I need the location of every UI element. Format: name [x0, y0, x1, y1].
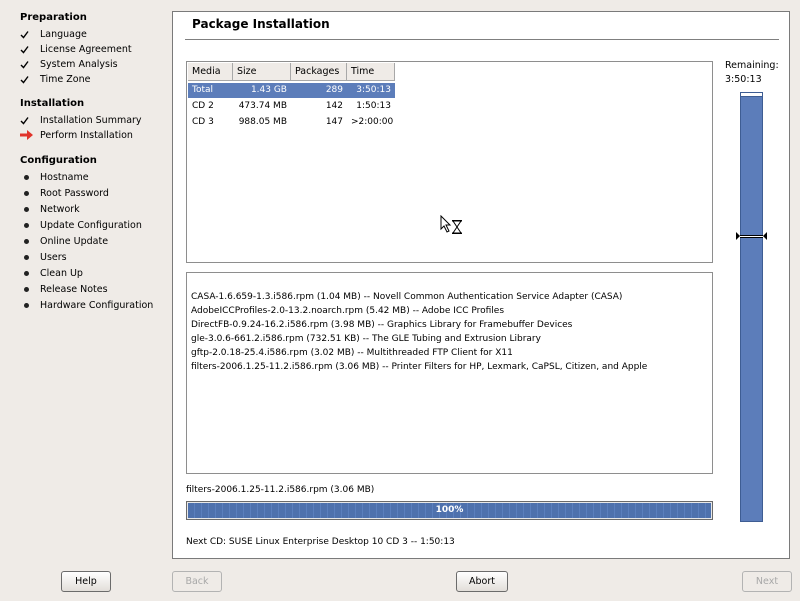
bullet-icon: [20, 270, 40, 276]
step-license-agreement: License Agreement: [20, 42, 132, 56]
cell-time: >2:00:00: [351, 117, 394, 127]
step-label: Hardware Configuration: [40, 299, 154, 311]
bullet-icon: [20, 238, 40, 244]
step-label: Installation Summary: [40, 114, 142, 126]
step-perform-installation: Perform Installation: [20, 128, 133, 142]
section-title: Preparation: [20, 12, 87, 23]
step-time-zone: Time Zone: [20, 72, 90, 86]
remaining-bar-top: [741, 93, 762, 97]
log-line: gle-3.0.6-661.2.i586.rpm (732.51 KB) -- …: [191, 334, 541, 344]
boundary-left-arrow-icon: [736, 232, 740, 240]
checkmark-icon: [20, 45, 40, 54]
step-language: Language: [20, 27, 87, 41]
table-row[interactable]: Total 1.43 GB 289 3:50:13: [188, 83, 395, 98]
step-online-update: Online Update: [20, 234, 108, 248]
cell-packages: 147: [325, 117, 343, 127]
step-release-notes: Release Notes: [20, 282, 108, 296]
abort-button[interactable]: Abort: [456, 571, 508, 592]
log-line: gftp-2.0.18-25.4.i586.rpm (3.02 MB) -- M…: [191, 348, 513, 358]
busy-cursor-icon: [440, 214, 466, 238]
step-system-analysis: System Analysis: [20, 57, 118, 71]
column-header-size[interactable]: Size: [233, 63, 291, 81]
log-line: AdobeICCProfiles-2.0-13.2.noarch.rpm (5.…: [191, 306, 505, 316]
step-installation-summary: Installation Summary: [20, 113, 142, 127]
checkmark-icon: [20, 75, 40, 84]
step-update-configuration: Update Configuration: [20, 218, 142, 232]
cell-size: 988.05 MB: [238, 117, 287, 127]
log-line: CASA-1.6.659-1.3.i586.rpm (1.04 MB) -- N…: [191, 292, 623, 302]
bullet-icon: [20, 254, 40, 260]
step-label: Language: [40, 28, 87, 40]
bullet-icon: [20, 222, 40, 228]
bullet-icon: [20, 302, 40, 308]
step-label: Update Configuration: [40, 219, 142, 231]
next-cd-label: Next CD: SUSE Linux Enterprise Desktop 1…: [186, 537, 455, 547]
step-hardware-configuration: Hardware Configuration: [20, 298, 153, 312]
step-network: Network: [20, 202, 80, 216]
section-title: Installation: [20, 98, 85, 109]
step-label: Users: [40, 251, 67, 263]
next-button[interactable]: Next: [742, 571, 792, 592]
table-header: Media Size Packages Time: [188, 63, 395, 82]
step-users: Users: [20, 250, 67, 264]
column-header-media[interactable]: Media: [188, 63, 233, 81]
step-label: License Agreement: [40, 43, 132, 55]
bullet-icon: [20, 190, 40, 196]
boundary-right-arrow-icon: [763, 232, 767, 240]
cell-media: CD 3: [192, 117, 214, 127]
step-label: Online Update: [40, 235, 109, 247]
column-header-packages[interactable]: Packages: [291, 63, 347, 81]
checkmark-icon: [20, 60, 40, 69]
package-log[interactable]: CASA-1.6.659-1.3.i586.rpm (1.04 MB) -- N…: [186, 272, 713, 474]
step-label: Clean Up: [40, 267, 83, 279]
main-panel: Package Installation Media Size Packages…: [172, 11, 790, 559]
step-root-password: Root Password: [20, 186, 109, 200]
step-label: Network: [40, 203, 80, 215]
log-line: DirectFB-0.9.24-16.2.i586.rpm (3.98 MB) …: [191, 320, 573, 330]
column-header-time[interactable]: Time: [347, 63, 395, 81]
step-hostname: Hostname: [20, 170, 89, 184]
cell-media: CD 2: [192, 101, 214, 111]
remaining-label: Remaining:: [725, 60, 779, 71]
step-label: Time Zone: [40, 73, 91, 85]
title-divider: [185, 39, 779, 40]
step-label: Hostname: [40, 171, 89, 183]
step-label: Release Notes: [40, 283, 108, 295]
help-button[interactable]: Help: [61, 571, 111, 592]
progress-percent: 100%: [435, 505, 464, 515]
package-progress-bar: 100%: [186, 501, 713, 520]
cell-size: 473.74 MB: [238, 101, 287, 111]
checkmark-icon: [20, 116, 40, 125]
installation-steps-sidebar: Preparation Language License Agreement Syst…: [0, 0, 170, 560]
section-title: Configuration: [20, 155, 97, 166]
cell-size: 1.43 GB: [250, 85, 287, 95]
table-row[interactable]: CD 2 473.74 MB 142 1:50:13: [188, 99, 395, 114]
cell-time: 3:50:13: [356, 85, 391, 95]
bullet-icon: [20, 286, 40, 292]
cell-time: 1:50:13: [356, 101, 391, 111]
remaining-progress-bar: [740, 92, 763, 522]
step-label: System Analysis: [40, 58, 118, 70]
bullet-icon: [20, 206, 40, 212]
cell-packages: 289: [325, 85, 343, 95]
table-row[interactable]: CD 3 988.05 MB 147 >2:00:00: [188, 115, 395, 130]
current-package-label: filters-2006.1.25-11.2.i586.rpm (3.06 MB…: [186, 485, 375, 495]
checkmark-icon: [20, 30, 40, 39]
log-line: filters-2006.1.25-11.2.i586.rpm (3.06 MB…: [191, 362, 648, 372]
remaining-time: 3:50:13: [725, 74, 762, 85]
current-step-arrow-icon: [20, 130, 40, 140]
page-title: Package Installation: [192, 17, 330, 31]
cell-media: Total: [192, 85, 214, 95]
cell-packages: 142: [325, 101, 343, 111]
back-button[interactable]: Back: [172, 571, 222, 592]
bullet-icon: [20, 174, 40, 180]
cd-boundary-marker: [740, 235, 763, 238]
step-label: Root Password: [40, 187, 109, 199]
step-label: Perform Installation: [40, 129, 133, 141]
step-clean-up: Clean Up: [20, 266, 83, 280]
